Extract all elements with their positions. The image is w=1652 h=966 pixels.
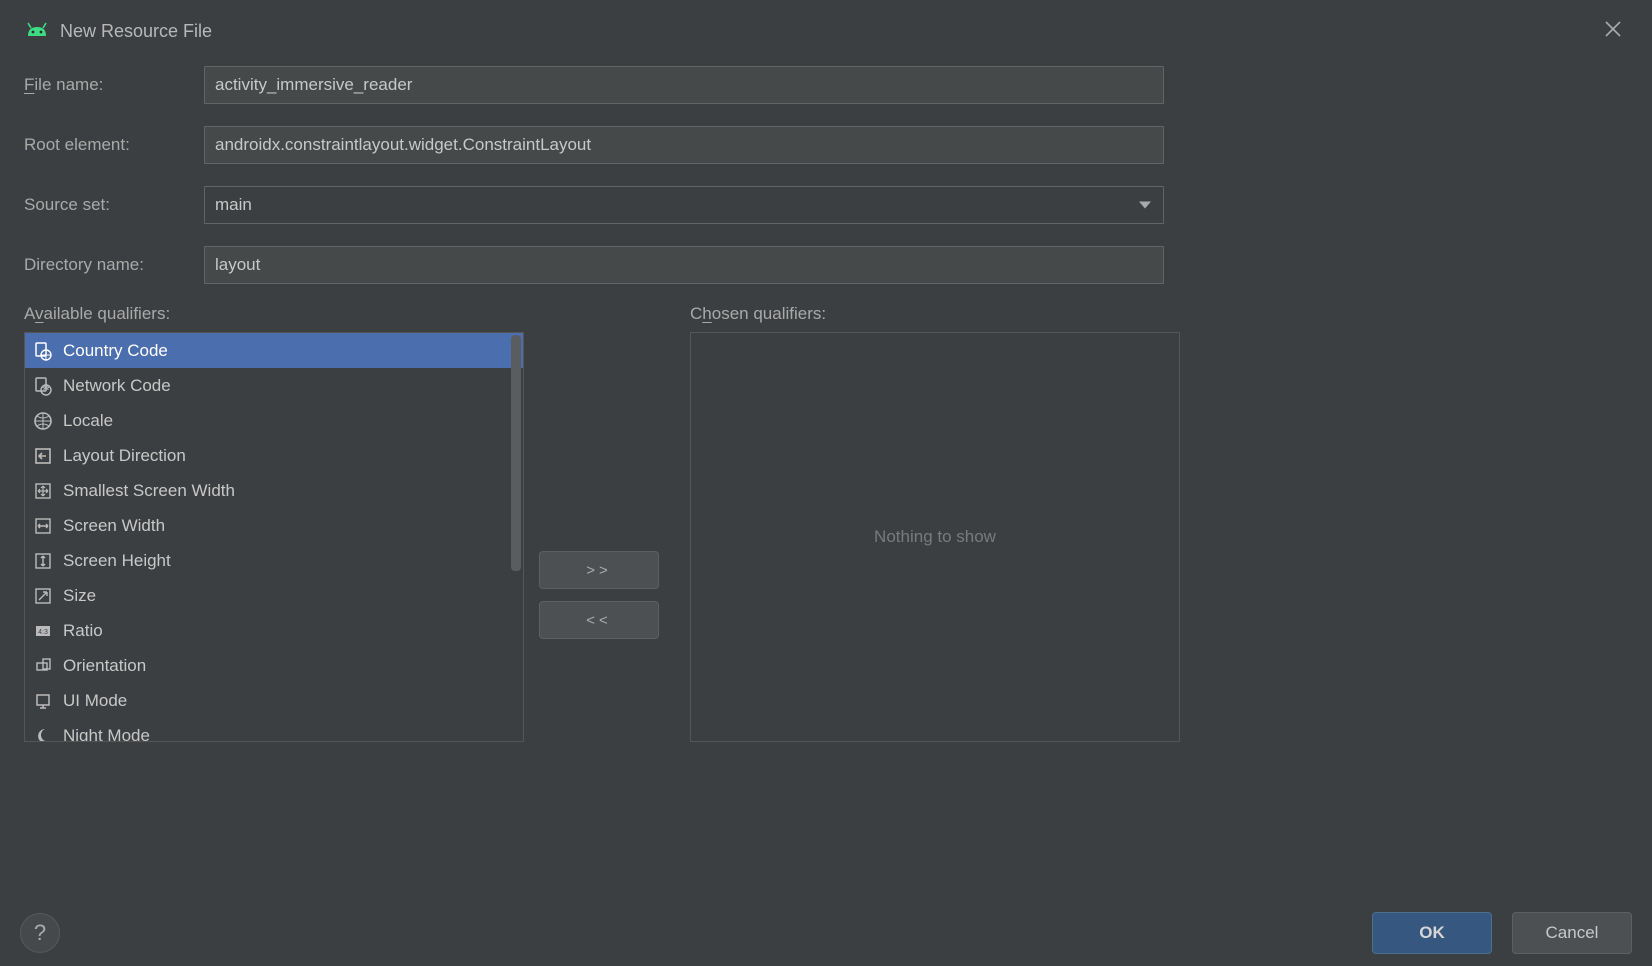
list-item[interactable]: Network Code [25,368,523,403]
root-element-label: Root element: [24,135,204,155]
list-item-label: Country Code [63,341,168,361]
bottom-bar: ? OK Cancel [0,912,1652,954]
directory-name-label: Directory name: [24,255,204,275]
list-item-label: Screen Width [63,516,165,536]
list-item-label: Layout Direction [63,446,186,466]
list-item[interactable]: Locale [25,403,523,438]
android-icon [24,21,50,41]
form-grid: File name: activity_immersive_reader Roo… [0,66,1180,284]
list-item-label: Ratio [63,621,103,641]
list-item-label: Orientation [63,656,146,676]
qualifiers-section: Available qualifiers: Country Code Networ… [0,284,1180,742]
list-item-label: UI Mode [63,691,127,711]
source-set-label: Source set: [24,195,204,215]
chosen-qualifiers-label: Chosen qualifiers: [690,304,1180,324]
scrollbar-thumb[interactable] [511,335,521,571]
help-button[interactable]: ? [20,913,60,953]
arrows-vertical-icon [31,549,55,573]
root-element-input[interactable]: androidx.constraintlayout.widget.Constra… [204,126,1164,164]
list-item[interactable]: Country Code [25,333,523,368]
file-name-input[interactable]: activity_immersive_reader [204,66,1164,104]
list-item[interactable]: Smallest Screen Width [25,473,523,508]
list-item[interactable]: UI Mode [25,683,523,718]
cancel-button[interactable]: Cancel [1512,912,1632,954]
add-qualifier-button[interactable]: >> [539,551,659,589]
chosen-column: Chosen qualifiers: Nothing to show [690,304,1180,742]
night-mode-icon [31,724,55,742]
list-item-label: Night Mode [63,726,150,742]
titlebar: New Resource File [0,0,1652,66]
svg-text:4:3: 4:3 [38,629,48,636]
list-item[interactable]: Size [25,578,523,613]
arrows-horizontal-icon [31,514,55,538]
list-item[interactable]: Orientation [25,648,523,683]
new-resource-file-dialog: New Resource File File name: activity_im… [0,0,1652,966]
list-item-label: Network Code [63,376,171,396]
ui-mode-icon [31,689,55,713]
list-item[interactable]: Night Mode [25,718,523,741]
chosen-empty-text: Nothing to show [874,527,996,547]
dialog-title: New Resource File [60,21,212,42]
list-item-label: Smallest Screen Width [63,481,235,501]
size-arrow-icon [31,584,55,608]
ratio-box-icon: 4:3 [31,619,55,643]
source-set-value: main [215,195,252,215]
directory-name-input[interactable]: layout [204,246,1164,284]
list-item[interactable]: Screen Height [25,543,523,578]
chevron-down-icon [1139,202,1151,209]
available-column: Available qualifiers: Country Code Networ… [24,304,524,742]
remove-qualifier-button[interactable]: << [539,601,659,639]
globe-icon [31,409,55,433]
ok-button[interactable]: OK [1372,912,1492,954]
file-network-icon [31,374,55,398]
list-item-label: Size [63,586,96,606]
list-item[interactable]: 4:3 Ratio [25,613,523,648]
list-item-label: Screen Height [63,551,171,571]
chosen-qualifiers-list[interactable]: Nothing to show [690,332,1180,742]
arrow-left-box-icon [31,444,55,468]
move-buttons: >> << [524,304,674,742]
file-name-label: File name: [24,75,204,95]
close-icon[interactable] [1598,16,1628,46]
list-item[interactable]: Layout Direction [25,438,523,473]
file-globe-icon [31,339,55,363]
source-set-select[interactable]: main [204,186,1164,224]
list-item-label: Locale [63,411,113,431]
list-item[interactable]: Screen Width [25,508,523,543]
available-qualifiers-list[interactable]: Country Code Network Code Locale Layout Dir… [24,332,524,742]
available-qualifiers-label: Available qualifiers: [24,304,524,324]
arrows-move-icon [31,479,55,503]
orientation-icon [31,654,55,678]
